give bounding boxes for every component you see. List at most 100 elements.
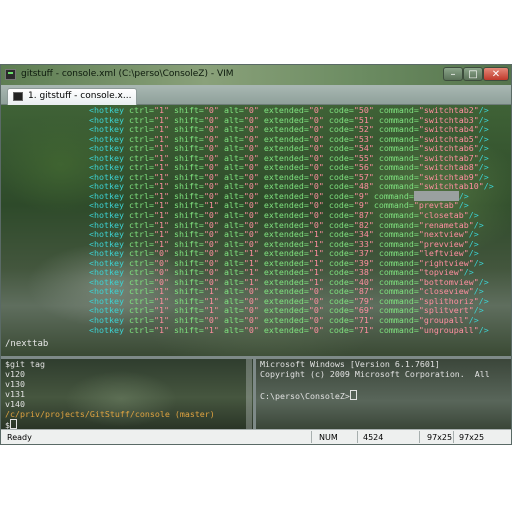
xml-value: "0"	[243, 124, 259, 135]
xml-attribute: code=	[328, 305, 354, 316]
xml-value: "0"	[243, 229, 259, 240]
xml-attribute: ctrl=	[128, 248, 154, 259]
xml-value: "1"	[243, 276, 259, 287]
xml-attribute: extended=	[263, 315, 309, 326]
xml-tag: />	[473, 257, 484, 268]
xml-attribute: extended=	[263, 133, 309, 144]
maximize-button[interactable]: □	[463, 67, 483, 81]
xml-value: "1"	[153, 105, 169, 115]
xml-attribute: shift=	[173, 181, 204, 192]
xml-value: "0"	[308, 295, 324, 306]
xml-attribute: shift=	[173, 267, 204, 278]
xml-value: "9"	[353, 190, 369, 201]
xml-tag: <hotkey	[89, 238, 124, 249]
xml-value: "renametab"	[418, 219, 474, 230]
xml-attribute: command=	[378, 315, 419, 326]
xml-value: "1"	[153, 286, 169, 297]
xml-attribute: extended=	[263, 219, 309, 230]
xml-attribute: ctrl=	[128, 114, 154, 125]
xml-value: "0"	[243, 162, 259, 173]
xml-value: "0"	[203, 181, 219, 192]
xml-value: "0"	[203, 162, 219, 173]
xml-attribute: code=	[328, 276, 354, 287]
scrollbar[interactable]	[246, 359, 252, 429]
xml-attribute: code=	[328, 229, 354, 240]
xml-attribute: alt=	[223, 286, 244, 297]
xml-attribute: ctrl=	[128, 162, 154, 173]
cmd-pane[interactable]: Microsoft Windows [Version 6.1.7601] Cop…	[256, 359, 511, 429]
xml-tag: />	[468, 238, 479, 249]
xml-tag: <hotkey	[89, 286, 124, 297]
code-line: <hotkey ctrl="0" shift="0" alt="1" exten…	[89, 258, 484, 268]
xml-attribute: extended=	[263, 152, 309, 163]
xml-attribute: command=	[378, 295, 419, 306]
xml-code: <hotkey ctrl="1" shift="0" alt="0" exten…	[89, 105, 494, 335]
xml-attribute: code=	[328, 295, 354, 306]
xml-value: "0"	[153, 267, 169, 278]
git-bash-pane[interactable]: $git tag v120 v130 v131 v140 /c/priv/pro…	[1, 359, 253, 429]
xml-tag: />	[478, 105, 489, 115]
xml-tag: />	[463, 267, 474, 278]
code-line: <hotkey ctrl="1" shift="1" alt="0" exten…	[89, 305, 484, 316]
xml-tag: />	[478, 114, 489, 125]
xml-attribute: shift=	[173, 143, 204, 154]
xml-value: "splithoriz"	[418, 295, 479, 306]
xml-attribute: command=	[378, 114, 419, 125]
xml-value: "1"	[153, 238, 169, 249]
xml-value: "0"	[203, 210, 219, 221]
vim-editor-pane[interactable]: <hotkey ctrl="1" shift="0" alt="0" exten…	[1, 105, 511, 356]
xml-value: "37"	[353, 248, 374, 259]
xml-attribute: command=	[378, 171, 419, 182]
xml-attribute: ctrl=	[128, 315, 154, 326]
close-button[interactable]: ✕	[483, 67, 509, 81]
xml-attribute: shift=	[173, 315, 204, 326]
code-line: <hotkey ctrl="1" shift="1" alt="0" exten…	[89, 296, 489, 306]
xml-attribute: shift=	[173, 105, 204, 115]
xml-attribute: ctrl=	[128, 305, 154, 316]
process-id: 4524	[363, 433, 384, 442]
console-tab-icon	[13, 92, 23, 101]
xml-attribute: alt=	[223, 162, 244, 173]
xml-value: "56"	[353, 162, 374, 173]
xml-tag: <hotkey	[89, 124, 124, 135]
git-bash-output: $git tag v120 v130 v131 v140 /c/priv/pro…	[5, 359, 215, 429]
xml-tag: />	[478, 124, 489, 135]
title-bar[interactable]: gitstuff - console.xml (C:\perso\Console…	[1, 65, 511, 85]
xml-attribute: code=	[328, 124, 354, 135]
xml-tag: <hotkey	[89, 181, 124, 192]
xml-attribute: shift=	[173, 324, 204, 335]
xml-attribute: shift=	[173, 210, 204, 221]
xml-attribute: ctrl=	[128, 190, 154, 201]
xml-value: "0"	[308, 143, 324, 154]
xml-attribute: command=	[378, 162, 419, 173]
xml-value: "0"	[203, 114, 219, 125]
xml-attribute: ctrl=	[128, 286, 154, 297]
minimize-button[interactable]: –	[443, 67, 463, 81]
xml-value: "0"	[203, 248, 219, 259]
xml-tag: <hotkey	[89, 200, 124, 211]
xml-attribute: code=	[328, 315, 354, 326]
xml-value: "switchtab7"	[418, 152, 479, 163]
xml-tag: <hotkey	[89, 305, 124, 316]
xml-value: "0"	[308, 286, 324, 297]
xml-value: "0"	[203, 229, 219, 240]
xml-value: "switchtab8"	[418, 162, 479, 173]
xml-value: "71"	[353, 324, 374, 335]
xml-attribute: code=	[328, 190, 354, 201]
xml-attribute: code=	[328, 267, 354, 278]
xml-value: "leftview"	[418, 248, 469, 259]
tab-label: 1. gitstuff - console.x...	[28, 91, 132, 101]
xml-tag: />	[478, 133, 489, 144]
code-line: <hotkey ctrl="1" shift="0" alt="0" exten…	[89, 239, 479, 249]
git-line: v120	[5, 368, 25, 379]
xml-attribute: command=	[378, 143, 419, 154]
xml-value: "0"	[308, 152, 324, 163]
status-bar: Ready NUM 4524 97x25 97x25	[1, 429, 511, 444]
xml-value: "1"	[203, 295, 219, 306]
tab-gitstuff[interactable]: 1. gitstuff - console.x...	[7, 88, 137, 105]
xml-attribute: alt=	[223, 276, 244, 287]
xml-value: "closetab"	[418, 210, 469, 221]
xml-attribute: code=	[328, 219, 354, 230]
xml-value: "0"	[203, 257, 219, 268]
xml-value: "prevview"	[418, 238, 469, 249]
